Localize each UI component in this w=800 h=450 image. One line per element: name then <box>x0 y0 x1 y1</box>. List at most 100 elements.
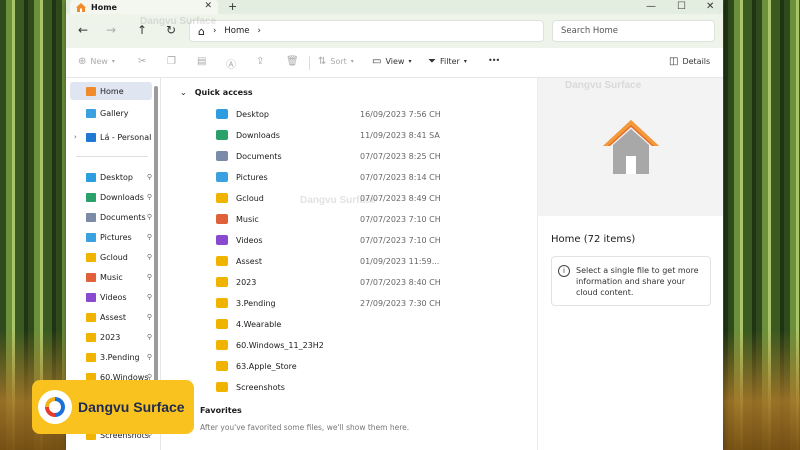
item-name: Pictures <box>236 172 268 182</box>
list-item[interactable]: 3.Pending 27/09/2023 7:30 CH <box>216 294 516 312</box>
list-item[interactable]: Assest 01/09/2023 11:59... <box>216 252 516 270</box>
list-item[interactable]: Documents 07/07/2023 8:25 CH <box>216 147 516 165</box>
item-date-modified: 07/07/2023 8:14 CH <box>360 172 441 182</box>
rename-icon[interactable]: Ⓐ <box>226 56 236 71</box>
item-name: Assest <box>236 256 263 266</box>
share-icon[interactable]: ⇪ <box>256 56 264 67</box>
close-window-button[interactable]: ✕ <box>706 0 714 13</box>
item-name: Desktop <box>236 109 269 119</box>
filter-button[interactable]: ⏷ Filter ▾ <box>428 56 467 67</box>
tab-close-icon[interactable]: ✕ <box>204 1 212 11</box>
brand-logo-icon <box>38 390 72 424</box>
item-date-modified: 11/09/2023 8:41 SA <box>360 130 440 140</box>
chevron-down-icon: ▾ <box>463 58 467 65</box>
sidebar-item-videos[interactable]: Videos ⚲ <box>70 288 152 306</box>
forward-button[interactable]: → <box>106 23 116 37</box>
address-bar[interactable]: ⌂ › Home › <box>189 20 544 42</box>
filter-icon: ⏷ <box>428 56 436 67</box>
sidebar-item-home[interactable]: Home <box>70 82 152 100</box>
pin-icon: ⚲ <box>146 293 152 301</box>
sidebar-item-documents[interactable]: Documents ⚲ <box>70 208 152 226</box>
list-item[interactable]: Pictures 07/07/2023 8:14 CH <box>216 168 516 186</box>
list-item[interactable]: 63.Apple_Store <box>216 357 516 375</box>
sidebar-item-downloads[interactable]: Downloads ⚲ <box>70 188 152 206</box>
tab-title: Home <box>91 2 117 12</box>
item-name: Downloads <box>236 130 280 140</box>
folder-icon <box>216 193 228 203</box>
sidebar-item-music[interactable]: Music ⚲ <box>70 268 152 286</box>
plus-circle-icon: ⊕ <box>78 56 87 67</box>
breadcrumb-home[interactable]: Home <box>224 26 249 36</box>
sidebar-item-2023[interactable]: 2023 ⚲ <box>70 328 152 346</box>
sidebar-item-label: Downloads <box>100 192 144 202</box>
item-date-modified: 27/09/2023 7:30 CH <box>360 298 441 308</box>
sort-button[interactable]: ⇅ Sort ▾ <box>318 56 354 67</box>
item-date-modified: 16/09/2023 7:56 CH <box>360 109 441 119</box>
pin-icon: ⚲ <box>146 333 152 341</box>
up-button[interactable]: ↑ <box>137 23 147 37</box>
list-item[interactable]: 2023 07/07/2023 8:40 CH <box>216 273 516 291</box>
view-button[interactable]: ▭ View ▾ <box>372 56 411 67</box>
new-tab-button[interactable]: + <box>228 0 237 13</box>
cut-icon[interactable]: ✂ <box>138 56 146 67</box>
home-icon <box>603 120 659 174</box>
copy-icon[interactable]: ❐ <box>167 56 176 67</box>
sidebar-item-label: Pictures <box>100 232 132 242</box>
list-item[interactable]: Screenshots <box>216 378 516 396</box>
maximize-button[interactable]: ☐ <box>677 0 686 13</box>
gcloud-icon <box>86 252 96 262</box>
search-input[interactable] <box>561 26 714 36</box>
chevron-down-icon: ▾ <box>408 58 412 65</box>
item-name: 60.Windows_11_23H2 <box>236 340 324 350</box>
home-icon <box>76 2 86 12</box>
sidebar-item-gcloud[interactable]: Gcloud ⚲ <box>70 248 152 266</box>
list-item[interactable]: 4.Wearable <box>216 315 516 333</box>
new-label: New <box>90 57 108 66</box>
chevron-right-icon[interactable]: › <box>74 133 77 141</box>
delete-icon[interactable]: 🗑 <box>286 56 299 67</box>
command-bar: ⊕ New ▾ ✂ ❐ ▤ Ⓐ ⇪ 🗑 ⇅ Sort ▾ ▭ View ▾ ⏷ … <box>66 48 723 78</box>
search-box[interactable] <box>552 20 715 42</box>
details-title: Home (72 items) <box>551 234 636 245</box>
details-button[interactable]: ◫ Details <box>669 56 710 67</box>
favorites-header[interactable]: Favorites <box>200 406 242 415</box>
list-item[interactable]: Gcloud 07/07/2023 8:49 CH <box>216 189 516 207</box>
more-options-button[interactable]: ••• <box>488 56 500 65</box>
details-pane-icon: ◫ <box>669 56 679 67</box>
minimize-button[interactable]: — <box>646 0 656 13</box>
sidebar-scrollbar[interactable] <box>154 86 158 386</box>
list-item[interactable]: Downloads 11/09/2023 8:41 SA <box>216 126 516 144</box>
back-button[interactable]: ← <box>78 23 88 37</box>
home-icon: ⌂ <box>198 24 205 38</box>
2023-icon <box>86 332 96 342</box>
list-item[interactable]: Desktop 16/09/2023 7:56 CH <box>216 105 516 123</box>
paste-icon[interactable]: ▤ <box>197 56 206 67</box>
pin-icon: ⚲ <box>146 213 152 221</box>
sidebar-item-pictures[interactable]: Pictures ⚲ <box>70 228 152 246</box>
pin-icon: ⚲ <box>146 233 152 241</box>
sidebar-item-3-pending[interactable]: 3.Pending ⚲ <box>70 348 152 366</box>
refresh-button[interactable]: ↻ <box>166 23 176 37</box>
chevron-down-icon: ⌄ <box>180 88 187 97</box>
breadcrumb-separator[interactable]: › <box>258 26 261 36</box>
list-item[interactable]: Music 07/07/2023 7:10 CH <box>216 210 516 228</box>
sidebar-item-gallery[interactable]: Gallery <box>70 104 152 122</box>
folder-icon <box>216 298 228 308</box>
breadcrumb-separator[interactable]: › <box>213 26 216 36</box>
item-date-modified: 07/07/2023 7:10 CH <box>360 235 441 245</box>
list-item[interactable]: 60.Windows_11_23H2 <box>216 336 516 354</box>
tab-home[interactable]: Home ✕ <box>70 0 218 14</box>
quick-access-header[interactable]: ⌄ Quick access <box>180 88 253 97</box>
pin-icon: ⚲ <box>146 273 152 281</box>
sidebar-item-desktop[interactable]: Desktop ⚲ <box>70 168 152 186</box>
sort-icon: ⇅ <box>318 56 327 67</box>
list-item[interactable]: Videos 07/07/2023 7:10 CH <box>216 231 516 249</box>
brand-badge: Dangvu Surface <box>32 380 194 434</box>
sidebar-item-personal[interactable]: › Lá - Personal <box>70 128 152 146</box>
sidebar-item-assest[interactable]: Assest ⚲ <box>70 308 152 326</box>
new-button[interactable]: ⊕ New ▾ <box>78 56 115 67</box>
item-name: Screenshots <box>236 382 285 392</box>
item-date-modified: 07/07/2023 8:40 CH <box>360 277 441 287</box>
preview-area <box>538 78 723 216</box>
downloads-icon <box>86 192 96 202</box>
